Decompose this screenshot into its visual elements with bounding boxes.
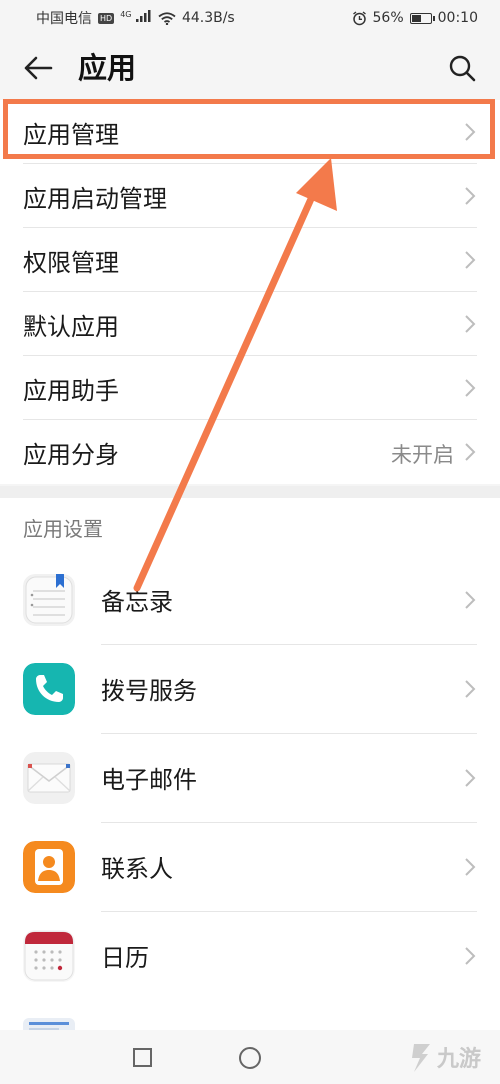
page-title: 应用 [78,51,137,85]
watermark-logo-icon [412,1044,430,1072]
status-left: 中国电信 HD 4G 44.3B/s [36,8,235,28]
wifi-icon [158,11,176,25]
chevron-right-icon [465,769,476,787]
app-item-calendar[interactable]: 日历 [0,912,500,1001]
chevron-right-icon [465,315,476,333]
app-item-label: 电子邮件 [101,766,197,794]
section-header: 应用设置 [0,498,500,556]
clock: 00:10 [437,10,478,26]
menu-item-label: 默认应用 [23,312,119,341]
notepad-icon [23,574,75,626]
search-button[interactable] [442,50,482,86]
menu-item-label: 权限管理 [23,248,119,277]
alarm-icon [352,10,366,25]
app-settings-screen: 中国电信 HD 4G 44.3B/s 56% 00:10 应用 应用管理 应用启… [0,0,500,1084]
search-icon [449,55,476,82]
menu-item-app-launch[interactable]: 应用启动管理 [0,164,500,228]
menu-item-default-apps[interactable]: 默认应用 [0,292,500,356]
app-item-email[interactable]: 电子邮件 [0,734,500,823]
chevron-right-icon [465,379,476,397]
menu-item-app-management[interactable]: 应用管理 [0,100,500,164]
chevron-right-icon [465,251,476,269]
app-item-notes[interactable]: 备忘录 [0,556,500,645]
phone-icon [23,663,75,715]
network-speed: 44.3B/s [181,10,235,26]
header: 应用 [0,36,500,100]
menu-item-app-twin[interactable]: 应用分身 未开启 [0,420,500,484]
battery-icon [409,12,435,24]
signal-bars-icon [135,10,151,23]
back-button[interactable] [18,50,58,86]
app-item-label: 拨号服务 [101,677,197,705]
menu-item-label: 应用管理 [23,120,119,149]
app-item-label: 联系人 [101,855,173,883]
menu-item-value: 未开启 [391,443,454,467]
watermark: 九游 [408,1030,500,1084]
status-right: 56% 00:10 [352,10,478,26]
battery-percent: 56% [372,10,404,26]
app-item-dialer[interactable]: 拨号服务 [0,645,500,734]
menu-item-label: 应用助手 [23,376,119,405]
chevron-right-icon [465,187,476,205]
watermark-text: 九游 [437,1047,482,1072]
signal-icon: 4G [120,10,152,27]
network-type: 4G [120,9,132,19]
email-icon [23,752,75,804]
menu-item-label: 应用启动管理 [23,184,167,213]
chevron-right-icon [465,858,476,876]
section-gap [0,486,500,498]
chevron-right-icon [465,443,476,461]
app-menu-list: 应用管理 应用启动管理 权限管理 默认应用 应用助手 应用分身 未开启 [0,100,500,484]
calendar-icon [23,930,75,982]
chevron-right-icon [465,123,476,141]
chevron-right-icon [465,591,476,609]
chevron-right-icon [465,680,476,698]
carrier-label: 中国电信 [36,11,92,27]
chevron-right-icon [465,947,476,965]
app-item-contacts[interactable]: 联系人 [0,823,500,912]
recents-button[interactable] [133,1048,152,1067]
app-item-label: 备忘录 [101,588,173,616]
menu-item-permissions[interactable]: 权限管理 [0,228,500,292]
hd-badge: HD [98,12,115,24]
menu-item-app-assistant[interactable]: 应用助手 [0,356,500,420]
status-bar: 中国电信 HD 4G 44.3B/s 56% 00:10 [0,0,500,36]
app-settings-list: 备忘录 拨号服务 电子邮件 联系人 日历 [0,556,500,1036]
app-item-label: 日历 [101,944,149,972]
battery-fill [411,14,422,22]
menu-item-label: 应用分身 [23,440,119,469]
contacts-icon [23,841,75,893]
home-button[interactable] [239,1047,261,1069]
section-title: 应用设置 [23,516,103,541]
back-arrow-icon [24,56,53,80]
